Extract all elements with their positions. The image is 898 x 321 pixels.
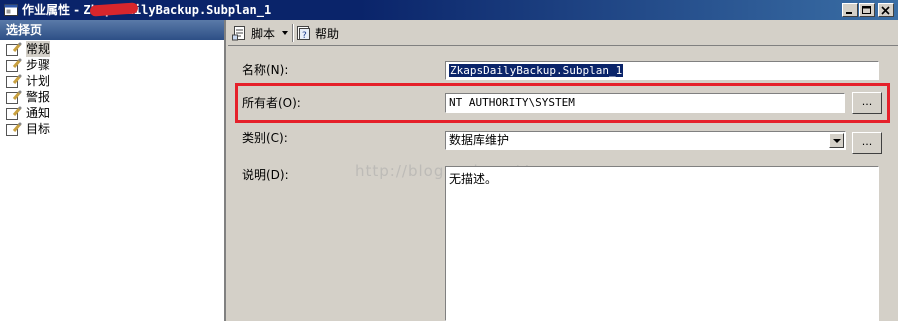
description-label: 说明(D): bbox=[242, 168, 289, 182]
name-input[interactable]: ZkapsDailyBackup.Subplan_1 bbox=[445, 61, 879, 80]
script-button[interactable]: 脚本 bbox=[232, 25, 275, 41]
description-textarea[interactable]: 无描述。 bbox=[445, 166, 879, 321]
window-title: 作业属性 - ZkapsDailyBackup.Subplan_1 bbox=[22, 2, 271, 18]
select-page-header: 选择页 bbox=[0, 20, 224, 40]
category-select[interactable]: 数据库维护 bbox=[445, 131, 846, 150]
svg-text:?: ? bbox=[302, 31, 307, 41]
chevron-down-icon[interactable] bbox=[829, 133, 844, 148]
page-wrench-icon bbox=[6, 42, 22, 56]
help-icon: ? bbox=[297, 26, 310, 41]
page-wrench-icon bbox=[6, 74, 22, 88]
page-item-notifications[interactable]: 通知 bbox=[6, 105, 50, 121]
page-item-schedule[interactable]: 计划 bbox=[6, 73, 50, 89]
page-item-label: 目标 bbox=[26, 122, 51, 136]
category-label: 类别(C): bbox=[242, 131, 288, 145]
page-item-label: 常规 bbox=[26, 41, 51, 57]
owner-browse-button[interactable]: ... bbox=[852, 92, 882, 114]
minimize-icon bbox=[846, 12, 852, 14]
help-label: 帮助 bbox=[315, 26, 340, 41]
name-label: 名称(N): bbox=[242, 63, 289, 77]
page-wrench-icon bbox=[6, 106, 22, 120]
toolbar: 脚本 ? 帮助 bbox=[228, 20, 898, 46]
select-page-panel: 选择页 常规 步骤 计划 警报 通知 目标 bbox=[0, 20, 226, 321]
description-value: 无描述。 bbox=[449, 172, 498, 186]
help-button[interactable]: ? 帮助 bbox=[296, 25, 339, 41]
script-label: 脚本 bbox=[251, 26, 276, 41]
window-title-prefix: 作业属性 - bbox=[22, 3, 84, 17]
script-dropdown-icon[interactable] bbox=[282, 31, 288, 35]
maximize-button[interactable] bbox=[859, 3, 875, 17]
close-button[interactable] bbox=[878, 3, 894, 17]
page-item-alerts[interactable]: 警报 bbox=[6, 89, 50, 105]
page-item-steps[interactable]: 步骤 bbox=[6, 57, 50, 73]
page-item-general[interactable]: 常规 bbox=[6, 41, 51, 57]
owner-value: NT AUTHORITY\SYSTEM bbox=[449, 96, 575, 109]
page-wrench-icon bbox=[6, 122, 22, 136]
maximize-icon bbox=[862, 6, 871, 14]
category-browse-button[interactable]: ... bbox=[852, 132, 882, 154]
page-item-targets[interactable]: 目标 bbox=[6, 121, 50, 137]
name-value: ZkapsDailyBackup.Subplan_1 bbox=[449, 64, 624, 77]
page-item-label: 通知 bbox=[26, 106, 51, 120]
page-wrench-icon bbox=[6, 90, 22, 104]
page-wrench-icon bbox=[6, 58, 22, 72]
page-list: 常规 步骤 计划 警报 通知 目标 bbox=[6, 41, 51, 137]
page-item-label: 计划 bbox=[26, 74, 51, 88]
page-item-label: 步骤 bbox=[26, 58, 51, 72]
category-value: 数据库维护 bbox=[449, 133, 510, 147]
page-item-label: 警报 bbox=[26, 90, 51, 104]
minimize-button[interactable] bbox=[842, 3, 858, 17]
script-icon bbox=[232, 26, 245, 41]
close-icon bbox=[881, 6, 890, 15]
toolbar-separator bbox=[292, 24, 294, 42]
window-icon bbox=[4, 4, 18, 16]
title-bar: 作业属性 - ZkapsDailyBackup.Subplan_1 bbox=[0, 0, 898, 20]
owner-input[interactable]: NT AUTHORITY\SYSTEM bbox=[445, 93, 845, 113]
